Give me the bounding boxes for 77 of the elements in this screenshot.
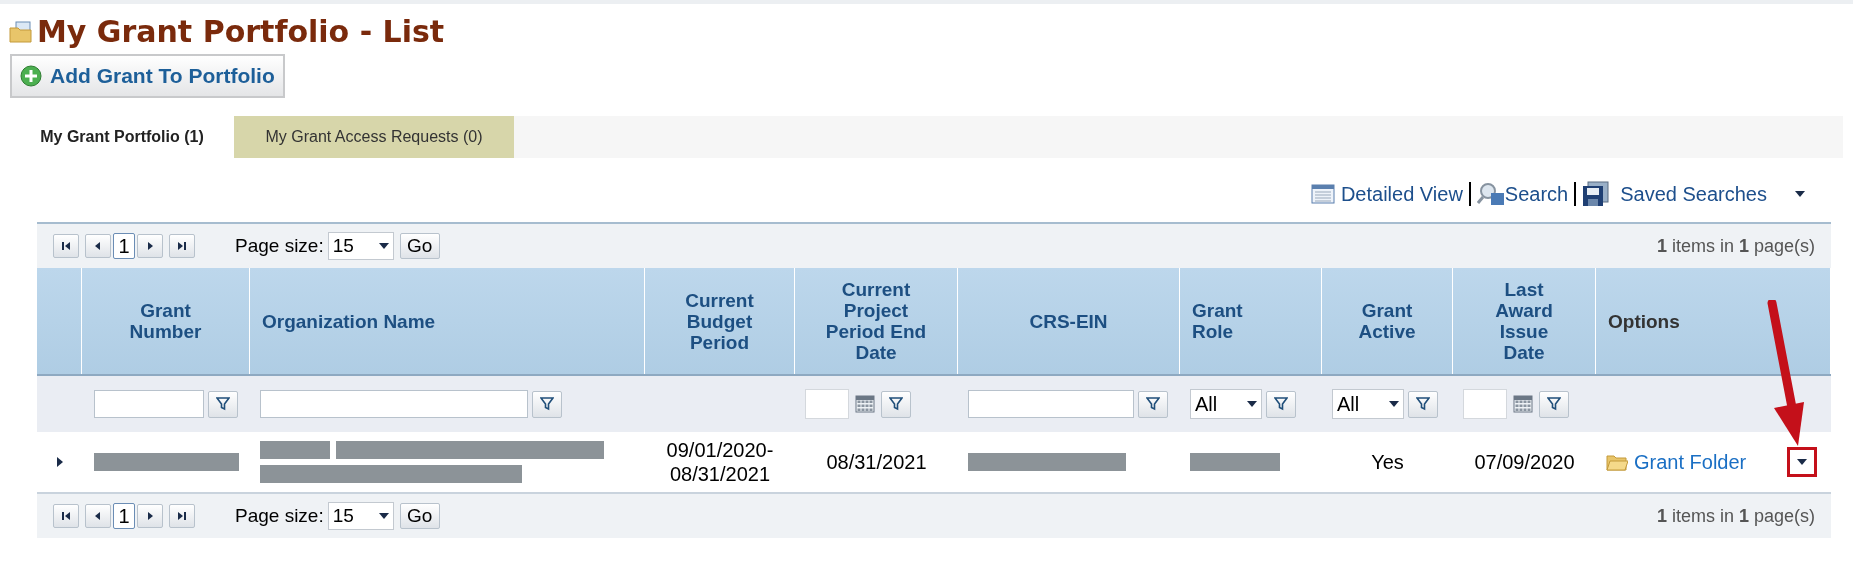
table-cell: 08/31/2021 <box>826 450 927 474</box>
column-header[interactable]: Last Award Issue Date <box>1484 279 1564 363</box>
column-header[interactable]: Grant Role <box>1192 300 1262 342</box>
redaction-bar <box>260 441 330 459</box>
filter-icon <box>216 397 230 411</box>
column-header[interactable]: Grant Number <box>120 300 211 342</box>
filter-field[interactable] <box>94 390 204 418</box>
column-header[interactable]: Organization Name <box>262 310 436 332</box>
filter-button[interactable] <box>1408 390 1438 418</box>
expand-icon[interactable] <box>55 456 64 468</box>
detailed-view-link[interactable]: Detailed View <box>1340 179 1463 209</box>
items-count: 1 items in 1 page(s) <box>1656 234 1815 258</box>
go-button[interactable]: Go <box>399 233 440 259</box>
options-dropdown-button[interactable] <box>1787 447 1817 477</box>
page-size-select[interactable]: 15 <box>327 502 394 530</box>
first-page-icon[interactable] <box>53 504 79 528</box>
caret-icon <box>378 513 389 519</box>
last-page-icon[interactable] <box>169 504 195 528</box>
filter-button[interactable] <box>208 390 238 418</box>
filter-field[interactable] <box>260 390 528 418</box>
filter-icon <box>1547 397 1561 411</box>
saved-searches-link[interactable]: Saved Searches <box>1620 179 1767 209</box>
table-cell: 07/09/2020 <box>1474 450 1575 474</box>
folder-icon <box>1606 453 1628 471</box>
calendar-icon[interactable] <box>1513 395 1533 413</box>
filter-button[interactable] <box>1539 390 1569 418</box>
add-grant-button[interactable]: Add Grant To Portfolio <box>10 54 285 98</box>
column-header[interactable]: Grant Active <box>1347 300 1427 342</box>
filter-select[interactable]: All <box>1190 389 1262 419</box>
filter-button[interactable] <box>881 390 911 418</box>
floppy-disk-icon <box>1582 181 1611 207</box>
previous-page-icon[interactable] <box>85 234 111 258</box>
page-number[interactable]: 1 <box>113 503 135 529</box>
filter-field[interactable] <box>968 390 1134 418</box>
previous-page-icon[interactable] <box>85 504 111 528</box>
page-number[interactable]: 1 <box>113 233 135 259</box>
page-size-select[interactable]: 15 <box>327 232 394 260</box>
column-header[interactable]: Current Project Period End Date <box>818 279 934 363</box>
column-header[interactable]: Current Budget Period <box>669 289 770 353</box>
search-link[interactable]: Search <box>1476 179 1569 209</box>
dropdown-caret-icon <box>1795 191 1805 197</box>
filter-button[interactable] <box>532 390 562 418</box>
caret-icon <box>1247 401 1257 407</box>
calendar-icon[interactable] <box>855 395 875 413</box>
filter-icon <box>889 397 903 411</box>
page-size-label: Page size: <box>235 233 324 258</box>
first-page-icon[interactable] <box>53 234 79 258</box>
caret-icon <box>378 243 389 249</box>
filter-icon <box>540 397 554 411</box>
filter-icon <box>1416 397 1430 411</box>
plus-icon <box>20 65 42 87</box>
filter-icon <box>1274 397 1288 411</box>
page-size-label: Page size: <box>235 503 324 528</box>
table-cell-text: 09/01/2020-08/31/2021 <box>665 438 775 486</box>
filter-button[interactable] <box>1266 390 1296 418</box>
next-page-icon[interactable] <box>137 234 163 258</box>
filter-icon <box>1146 397 1160 411</box>
date-field[interactable] <box>1463 389 1507 419</box>
search-icon <box>1476 182 1505 206</box>
tab[interactable]: My Grant Portfolio (1) <box>10 116 234 158</box>
go-button[interactable]: Go <box>399 503 440 529</box>
next-page-icon[interactable] <box>137 504 163 528</box>
filter-button[interactable] <box>1138 390 1168 418</box>
tab[interactable]: My Grant Access Requests (0) <box>234 116 514 158</box>
table-cell: Yes <box>1371 450 1404 474</box>
grant-folder-link[interactable]: Grant Folder <box>1634 447 1747 477</box>
caret-icon <box>1797 459 1807 465</box>
last-page-icon[interactable] <box>169 234 195 258</box>
caret-icon <box>1389 401 1399 407</box>
date-field[interactable] <box>805 389 849 419</box>
column-header[interactable]: Options <box>1608 310 1680 332</box>
items-count: 1 items in 1 page(s) <box>1656 504 1815 528</box>
list-icon <box>1310 184 1335 204</box>
page-title: My Grant Portfolio - List <box>37 14 445 50</box>
folder-icon <box>9 21 33 43</box>
filter-select[interactable]: All <box>1332 389 1404 419</box>
column-header[interactable]: CRS-EIN <box>1029 310 1108 332</box>
